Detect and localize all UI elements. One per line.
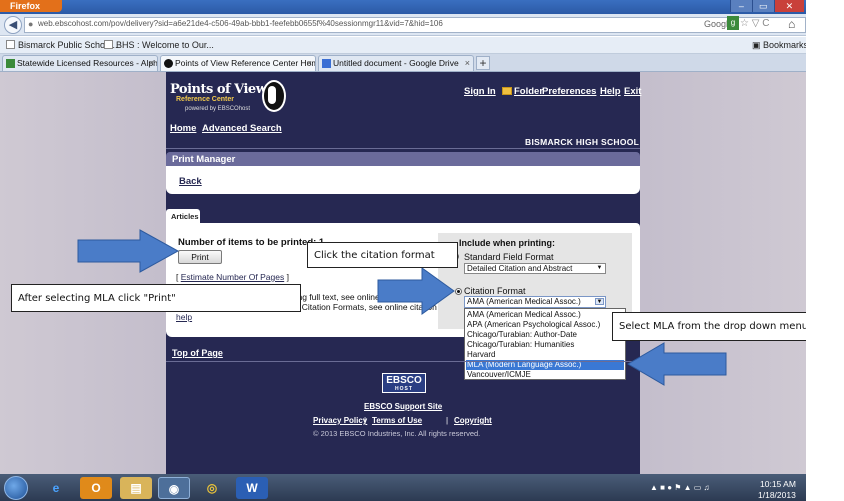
close-window-button[interactable]: ✕ — [773, 0, 804, 12]
page-icon — [6, 40, 15, 49]
standard-format-select[interactable]: Detailed Citation and Abstract ▼ — [464, 263, 606, 274]
new-tab-button[interactable]: + — [476, 56, 490, 70]
exit-link[interactable]: Exit — [624, 86, 641, 97]
items-count-label: Number of items to be printed: 1 — [178, 237, 325, 248]
terms-of-use-link[interactable]: Terms of Use — [372, 416, 422, 425]
sign-in-link[interactable]: Sign In — [464, 86, 496, 97]
option-ama[interactable]: AMA (American Medical Assoc.) — [466, 310, 624, 320]
print-manager-header — [166, 152, 640, 166]
logo-tagline: powered by EBSCOhost — [185, 106, 251, 112]
print-button[interactable]: Print — [178, 250, 222, 264]
home-link[interactable]: Home — [170, 123, 196, 134]
option-chicago-humanities[interactable]: Chicago/Turabian: Humanities — [466, 340, 624, 350]
citation-format-select[interactable]: AMA (American Medical Assoc.) ▼ — [464, 296, 606, 308]
option-chicago-author-date[interactable]: Chicago/Turabian: Author-Date — [466, 330, 624, 340]
school-name: BISMARCK HIGH SCHOOL — [525, 137, 640, 147]
window-controls: – ▭ ✕ — [730, 0, 804, 12]
chevron-down-icon: ▼ — [595, 298, 604, 305]
close-tab-icon[interactable]: × — [465, 56, 470, 71]
page-icon — [104, 40, 113, 49]
bookmark-bismarck-public-schools[interactable]: Bismarck Public Schoo... — [6, 40, 118, 50]
start-button[interactable] — [4, 476, 28, 500]
estimate-pages: [ Estimate Number Of Pages ] — [176, 272, 289, 282]
url-text: web.ebscohost.com/pov/delivery?sid=a6e21… — [38, 19, 443, 28]
standard-format-label: Standard Field Format — [464, 252, 554, 262]
callout-click-print: After selecting MLA click "Print" — [11, 284, 301, 312]
maximize-button[interactable]: ▭ — [751, 0, 774, 12]
print-manager-body — [166, 166, 640, 194]
top-of-page-link[interactable]: Top of Page — [172, 348, 223, 358]
checkmark-icon — [6, 59, 15, 68]
preferences-link[interactable]: Preferences — [542, 86, 596, 97]
tab-statewide-licensed-resources[interactable]: Statewide Licensed Resources - Alpha... … — [2, 55, 158, 71]
divider — [166, 361, 640, 362]
chevron-down-icon: ▼ — [596, 265, 603, 271]
page-margin — [806, 0, 844, 501]
window-title-bar — [0, 0, 806, 14]
close-tab-icon[interactable]: × — [307, 56, 312, 71]
points-of-view-favicon — [164, 59, 173, 68]
internet-explorer-icon[interactable]: e — [40, 477, 72, 499]
system-tray-icons[interactable]: ▲ ■ ● ⚑ ▲ ▭ ♫ — [650, 483, 710, 492]
close-tab-icon[interactable]: × — [149, 56, 154, 71]
clock-date[interactable]: 1/18/2013 — [758, 490, 796, 500]
footer-separator: | — [364, 416, 367, 425]
divider — [166, 148, 640, 149]
privacy-policy-link[interactable]: Privacy Policy — [313, 416, 367, 425]
file-explorer-icon[interactable]: ▤ — [120, 477, 152, 499]
chrome-icon[interactable]: ◎ — [196, 477, 228, 499]
option-harvard[interactable]: Harvard — [466, 350, 624, 360]
google-icon[interactable]: g — [727, 16, 739, 30]
arrow-to-print-icon — [77, 229, 180, 273]
back-link[interactable]: Back — [179, 176, 202, 187]
include-when-printing-label: Include when printing: — [459, 238, 555, 248]
option-vancouver[interactable]: Vancouver/ICMJE — [466, 370, 624, 380]
folder-icon[interactable] — [502, 87, 512, 95]
word-icon[interactable]: W — [236, 477, 268, 499]
tab-google-drive[interactable]: Untitled document - Google Drive × — [318, 55, 474, 71]
option-apa[interactable]: APA (American Psychological Assoc.) — [466, 320, 624, 330]
firefox-taskbar-icon[interactable]: ◉ — [158, 477, 190, 499]
firefox-menu-button[interactable]: Firefox — [0, 0, 62, 12]
profile-head-icon-highlight — [268, 86, 276, 104]
folder-link[interactable]: Folder — [514, 86, 543, 97]
clock-time[interactable]: 10:15 AM — [760, 479, 796, 489]
citation-format-label: Citation Format — [464, 286, 526, 296]
bookmarks-menu-button[interactable]: ▣ Bookmarks — [752, 40, 808, 51]
minimize-button[interactable]: – — [730, 0, 752, 12]
footer-separator: | — [446, 416, 449, 425]
bookmark-star-icon[interactable]: ☆ ▽ C — [740, 18, 769, 29]
estimate-pages-link[interactable]: Estimate Number Of Pages — [181, 272, 284, 282]
print-manager-title: Print Manager — [172, 154, 236, 165]
advanced-search-link[interactable]: Advanced Search — [202, 123, 282, 134]
copyright-link[interactable]: Copyright — [454, 416, 492, 425]
home-icon[interactable]: ⌂ — [788, 17, 795, 31]
ebsco-host-logo[interactable]: EBSCO HOST — [382, 373, 426, 393]
outlook-icon[interactable]: O — [80, 477, 112, 499]
logo-subtitle: Reference Center — [176, 96, 234, 103]
arrow-to-citation-icon — [377, 267, 455, 315]
site-identity-icon[interactable]: ● — [28, 19, 33, 29]
copyright-text: © 2013 EBSCO Industries, Inc. All rights… — [313, 429, 481, 438]
callout-click-citation: Click the citation format — [307, 242, 458, 268]
help-link[interactable]: Help — [600, 86, 621, 97]
tab-points-of-view[interactable]: Points of View Reference Center Home × — [160, 55, 316, 71]
google-docs-icon — [322, 59, 331, 68]
bookmark-bhs-welcome[interactable]: BHS : Welcome to Our... — [104, 40, 214, 50]
logo-title: Points of View — [170, 82, 267, 97]
tab-articles-label: Articles — [171, 212, 199, 221]
back-arrow-icon[interactable]: ◀ — [4, 16, 22, 34]
citation-help-link[interactable]: help — [176, 312, 192, 322]
arrow-to-mla-icon — [627, 342, 727, 386]
ebsco-support-link[interactable]: EBSCO Support Site — [364, 402, 442, 411]
